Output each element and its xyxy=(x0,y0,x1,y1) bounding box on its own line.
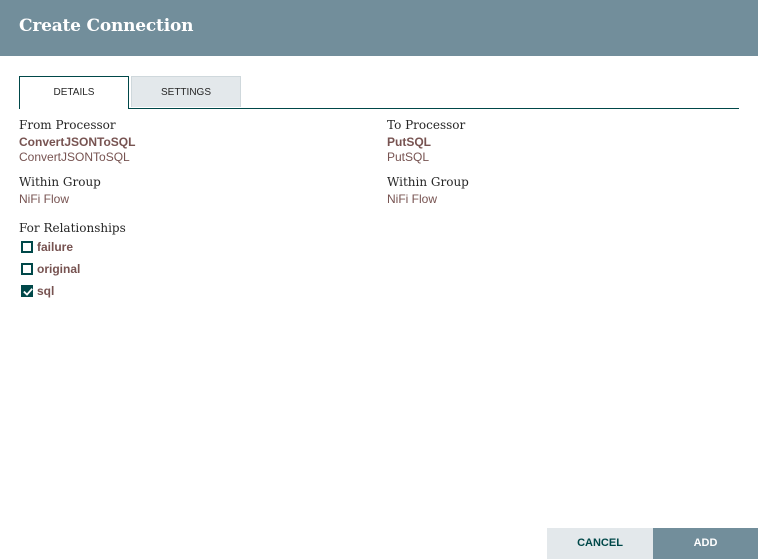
tab-details[interactable]: DETAILS xyxy=(19,76,129,109)
from-processor-name: ConvertJSONToSQL xyxy=(19,135,136,149)
from-processor-label: From Processor xyxy=(19,118,116,132)
checkbox-failure[interactable] xyxy=(21,241,33,253)
from-processor-type: ConvertJSONToSQL xyxy=(19,150,130,164)
tab-bar: DETAILS SETTINGS xyxy=(19,76,739,109)
to-processor-name: PutSQL xyxy=(387,135,431,149)
from-group-label: Within Group xyxy=(19,175,101,189)
to-processor-type: PutSQL xyxy=(387,150,430,164)
relationship-label-sql: sql xyxy=(37,284,55,298)
relationship-label-original: original xyxy=(37,262,81,276)
checkbox-original[interactable] xyxy=(21,263,33,275)
relationships-label: For Relationships xyxy=(19,221,126,235)
checkbox-sql[interactable] xyxy=(21,285,33,297)
to-processor-label: To Processor xyxy=(387,118,466,132)
cancel-button[interactable]: CANCEL xyxy=(547,528,653,559)
add-button[interactable]: ADD xyxy=(653,528,758,559)
to-group-label: Within Group xyxy=(387,175,469,189)
from-group-value: NiFi Flow xyxy=(19,192,69,206)
to-group-value: NiFi Flow xyxy=(387,192,437,206)
tab-settings[interactable]: SETTINGS xyxy=(131,76,241,107)
dialog-header: Create Connection xyxy=(0,0,758,56)
relationship-label-failure: failure xyxy=(37,240,74,254)
dialog-title: Create Connection xyxy=(19,16,194,36)
checkmark-icon xyxy=(23,288,33,296)
